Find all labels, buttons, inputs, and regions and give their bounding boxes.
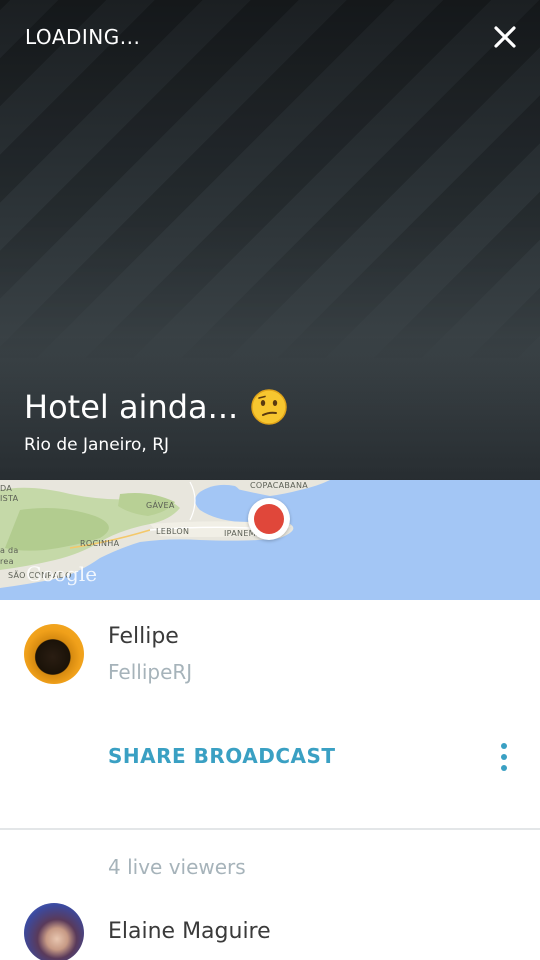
broadcast-title-row: Hotel ainda... <box>24 388 288 426</box>
more-vertical-icon <box>501 743 507 749</box>
live-viewers-count: 4 live viewers <box>108 855 246 879</box>
viewer-avatar[interactable] <box>24 903 84 960</box>
viewer-name[interactable]: Elaine Maguire <box>108 919 271 944</box>
broadcaster-avatar[interactable] <box>24 624 84 684</box>
map-label: a da <box>0 546 19 555</box>
map-label: DA <box>0 484 13 493</box>
close-icon <box>494 26 516 48</box>
map-label: rea <box>0 557 14 566</box>
map-label: LEBLON <box>156 527 190 536</box>
broadcast-location: Rio de Janeiro, RJ <box>24 435 170 455</box>
close-button[interactable] <box>488 20 522 54</box>
confused-face-icon <box>251 389 287 425</box>
map-attribution: Google <box>26 562 98 586</box>
broadcast-title: Hotel ainda... <box>24 388 239 426</box>
share-broadcast-button[interactable]: SHARE BROADCAST <box>108 744 336 768</box>
more-vertical-icon <box>501 765 507 771</box>
loading-status: LOADING... <box>25 25 141 49</box>
map-label: COPACABANA <box>250 481 309 490</box>
more-vertical-icon <box>501 754 507 760</box>
broadcaster-name[interactable]: Fellipe <box>108 624 179 649</box>
map-label: ROCINHA <box>80 539 120 548</box>
more-options-button[interactable] <box>494 740 514 774</box>
map-label: ISTA <box>0 494 19 503</box>
broadcaster-handle: FellipeRJ <box>108 660 193 684</box>
section-divider <box>0 828 540 830</box>
location-pin-icon <box>248 498 290 540</box>
map-label: GÁVEA <box>146 501 175 510</box>
broadcast-video-area[interactable]: LOADING... Hotel ainda... Rio de Janeiro… <box>0 0 540 480</box>
